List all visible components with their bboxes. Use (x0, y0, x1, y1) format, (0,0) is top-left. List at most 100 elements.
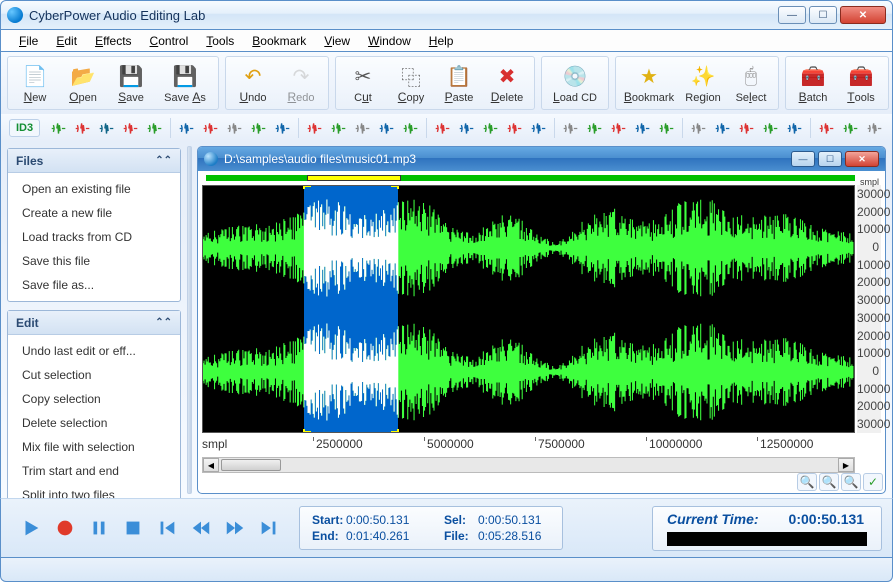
sidebar-item[interactable]: Cut selection (8, 363, 180, 387)
go-start-button[interactable] (153, 514, 181, 542)
new-label: New (24, 90, 47, 104)
sidebar-item[interactable]: Trim start and end (8, 459, 180, 483)
pause-button[interactable] (85, 514, 113, 542)
scale-tick: 20000 (857, 205, 881, 219)
mini-button-6[interactable] (199, 117, 222, 139)
overview-selection[interactable] (307, 175, 401, 181)
sidebar-item[interactable]: Save this file (8, 249, 180, 273)
go-end-button[interactable] (255, 514, 283, 542)
menu-file[interactable]: File (11, 32, 46, 50)
delete-button[interactable]: ✖Delete (484, 59, 530, 107)
stop-button[interactable] (119, 514, 147, 542)
undo-button[interactable]: ↶Undo (230, 59, 276, 107)
mini-button-12[interactable] (351, 117, 374, 139)
menu-effects[interactable]: Effects (87, 32, 139, 50)
record-button[interactable] (51, 514, 79, 542)
mini-button-21[interactable] (583, 117, 606, 139)
menu-tools[interactable]: Tools (198, 32, 242, 50)
sidebar-item[interactable]: Mix file with selection (8, 435, 180, 459)
overview-bar[interactable] (206, 175, 855, 181)
mini-button-30[interactable] (815, 117, 838, 139)
mini-button-18[interactable] (503, 117, 526, 139)
doc-close-button[interactable]: ✕ (845, 151, 879, 167)
menu-window[interactable]: Window (360, 32, 419, 50)
mini-button-17[interactable] (479, 117, 502, 139)
play-button[interactable] (17, 514, 45, 542)
menu-control[interactable]: Control (142, 32, 197, 50)
scroll-thumb[interactable] (221, 459, 281, 471)
zoom-selection-button[interactable]: 🔍 (841, 473, 861, 491)
select-button[interactable]: 🖱Select (728, 59, 774, 107)
batch-button[interactable]: 🧰Batch (790, 59, 836, 107)
new-button[interactable]: 📄New (12, 59, 58, 107)
sidebar-item[interactable]: Copy selection (8, 387, 180, 411)
horizontal-scrollbar[interactable]: ◀ ▶ (202, 457, 855, 473)
sidebar-header-edit[interactable]: Edit⌃⌃ (8, 311, 180, 335)
paste-button[interactable]: 📋Paste (436, 59, 482, 107)
copy-button[interactable]: ⿻Copy (388, 59, 434, 107)
waveform-canvas[interactable] (202, 185, 855, 433)
saveas-button[interactable]: 💾Save As (156, 59, 214, 107)
mini-button-32[interactable] (863, 117, 886, 139)
mini-button-7[interactable] (223, 117, 246, 139)
maximize-button[interactable]: ☐ (809, 6, 837, 24)
sidebar-item[interactable]: Load tracks from CD (8, 225, 180, 249)
sidebar-item[interactable]: Undo last edit or eff... (8, 339, 180, 363)
mini-button-20[interactable] (559, 117, 582, 139)
mini-button-0[interactable] (47, 117, 70, 139)
zoom-fit-button[interactable]: ✓ (863, 473, 883, 491)
menu-bookmark[interactable]: Bookmark (244, 32, 314, 50)
menu-help[interactable]: Help (421, 32, 462, 50)
zoom-in-button[interactable]: 🔍 (797, 473, 817, 491)
mini-button-29[interactable] (783, 117, 806, 139)
mini-button-25[interactable] (687, 117, 710, 139)
close-button[interactable]: ✕ (840, 6, 886, 24)
rewind-button[interactable] (187, 514, 215, 542)
mini-button-2[interactable] (95, 117, 118, 139)
mini-button-13[interactable] (375, 117, 398, 139)
mini-button-31[interactable] (839, 117, 862, 139)
scroll-right[interactable]: ▶ (838, 458, 854, 472)
menu-edit[interactable]: Edit (48, 32, 85, 50)
forward-button[interactable] (221, 514, 249, 542)
mini-button-24[interactable] (655, 117, 678, 139)
cut-button[interactable]: ✂Cut (340, 59, 386, 107)
mini-button-8[interactable] (247, 117, 270, 139)
sidebar-header-files[interactable]: Files⌃⌃ (8, 149, 180, 173)
doc-maximize-button[interactable]: ☐ (818, 151, 842, 167)
mini-button-4[interactable] (143, 117, 166, 139)
mini-button-3[interactable] (119, 117, 142, 139)
mini-button-26[interactable] (711, 117, 734, 139)
sidebar-item[interactable]: Split into two files (8, 483, 180, 498)
splitter[interactable] (187, 146, 192, 494)
mini-button-14[interactable] (399, 117, 422, 139)
mini-button-22[interactable] (607, 117, 630, 139)
sidebar-item[interactable]: Open an existing file (8, 177, 180, 201)
doc-minimize-button[interactable]: — (791, 151, 815, 167)
menu-view[interactable]: View (316, 32, 358, 50)
mini-button-19[interactable] (527, 117, 550, 139)
mini-button-10[interactable] (303, 117, 326, 139)
mini-button-28[interactable] (759, 117, 782, 139)
mini-button-15[interactable] (431, 117, 454, 139)
mini-button-11[interactable] (327, 117, 350, 139)
mini-button-16[interactable] (455, 117, 478, 139)
id3-button[interactable]: ID3 (9, 119, 40, 137)
minimize-button[interactable]: — (778, 6, 806, 24)
mini-button-9[interactable] (271, 117, 294, 139)
save-button[interactable]: 💾Save (108, 59, 154, 107)
tools-button[interactable]: 🧰Tools (838, 59, 884, 107)
mini-button-5[interactable] (175, 117, 198, 139)
sidebar-item[interactable]: Delete selection (8, 411, 180, 435)
scroll-left[interactable]: ◀ (203, 458, 219, 472)
zoom-out-button[interactable]: 🔍 (819, 473, 839, 491)
sidebar-item[interactable]: Create a new file (8, 201, 180, 225)
region-button[interactable]: ✨Region (680, 59, 726, 107)
sidebar-item[interactable]: Save file as... (8, 273, 180, 297)
open-button[interactable]: 📂Open (60, 59, 106, 107)
mini-button-23[interactable] (631, 117, 654, 139)
bookmark-button[interactable]: ★Bookmark (620, 59, 678, 107)
mini-button-27[interactable] (735, 117, 758, 139)
mini-button-1[interactable] (71, 117, 94, 139)
loadcd-button[interactable]: 💿Load CD (546, 59, 604, 107)
